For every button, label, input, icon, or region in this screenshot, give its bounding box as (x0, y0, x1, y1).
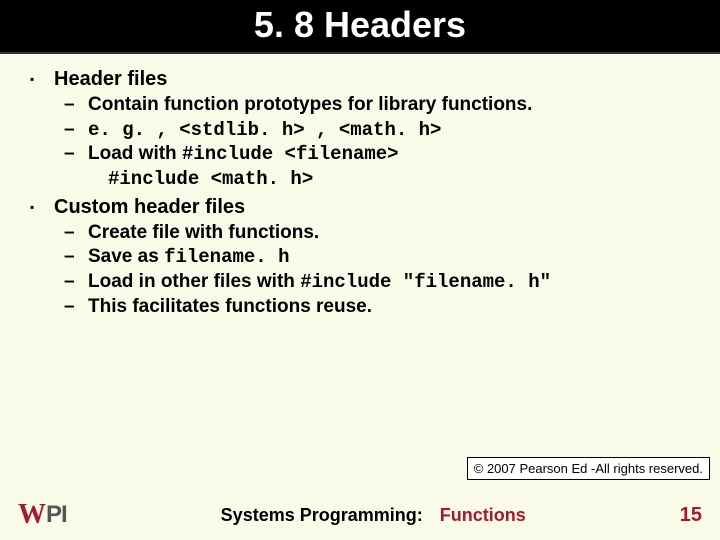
sub-bullet: e. g. , <stdlib. h> , <math. h> (54, 118, 702, 143)
bullet-label: Custom header files (54, 196, 702, 219)
copyright-notice: © 2007 Pearson Ed -All rights reserved. (467, 457, 710, 480)
footer-text: Systems Programming: Functions (67, 505, 680, 526)
wpi-logo: W PI (18, 499, 67, 531)
slide-title: 5. 8 Headers (0, 0, 720, 54)
slide-content: Header filesContain function prototypes … (0, 54, 720, 320)
footer-topic: Functions (440, 505, 526, 525)
sub-bullet: This facilitates functions reuse. (54, 295, 702, 320)
sub-bullet: Load with #include <filename>#include <m… (54, 142, 702, 191)
sub-bullet: Load in other files with #include "filen… (54, 270, 702, 295)
logo-w-glyph: W (18, 499, 44, 531)
sub-bullet: Save as filename. h (54, 245, 702, 270)
slide-footer: W PI Systems Programming: Functions 15 (0, 490, 720, 540)
footer-course: Systems Programming: (221, 505, 423, 525)
sub-bullet: Create file with functions. (54, 221, 702, 246)
bullet-label: Header files (54, 68, 702, 91)
bullet-item: Header filesContain function prototypes … (28, 68, 702, 192)
bullet-item: Custom header filesCreate file with func… (28, 196, 702, 320)
page-number: 15 (680, 504, 702, 527)
sub-bullet: Contain function prototypes for library … (54, 93, 702, 118)
logo-pi-glyph: PI (46, 501, 67, 529)
